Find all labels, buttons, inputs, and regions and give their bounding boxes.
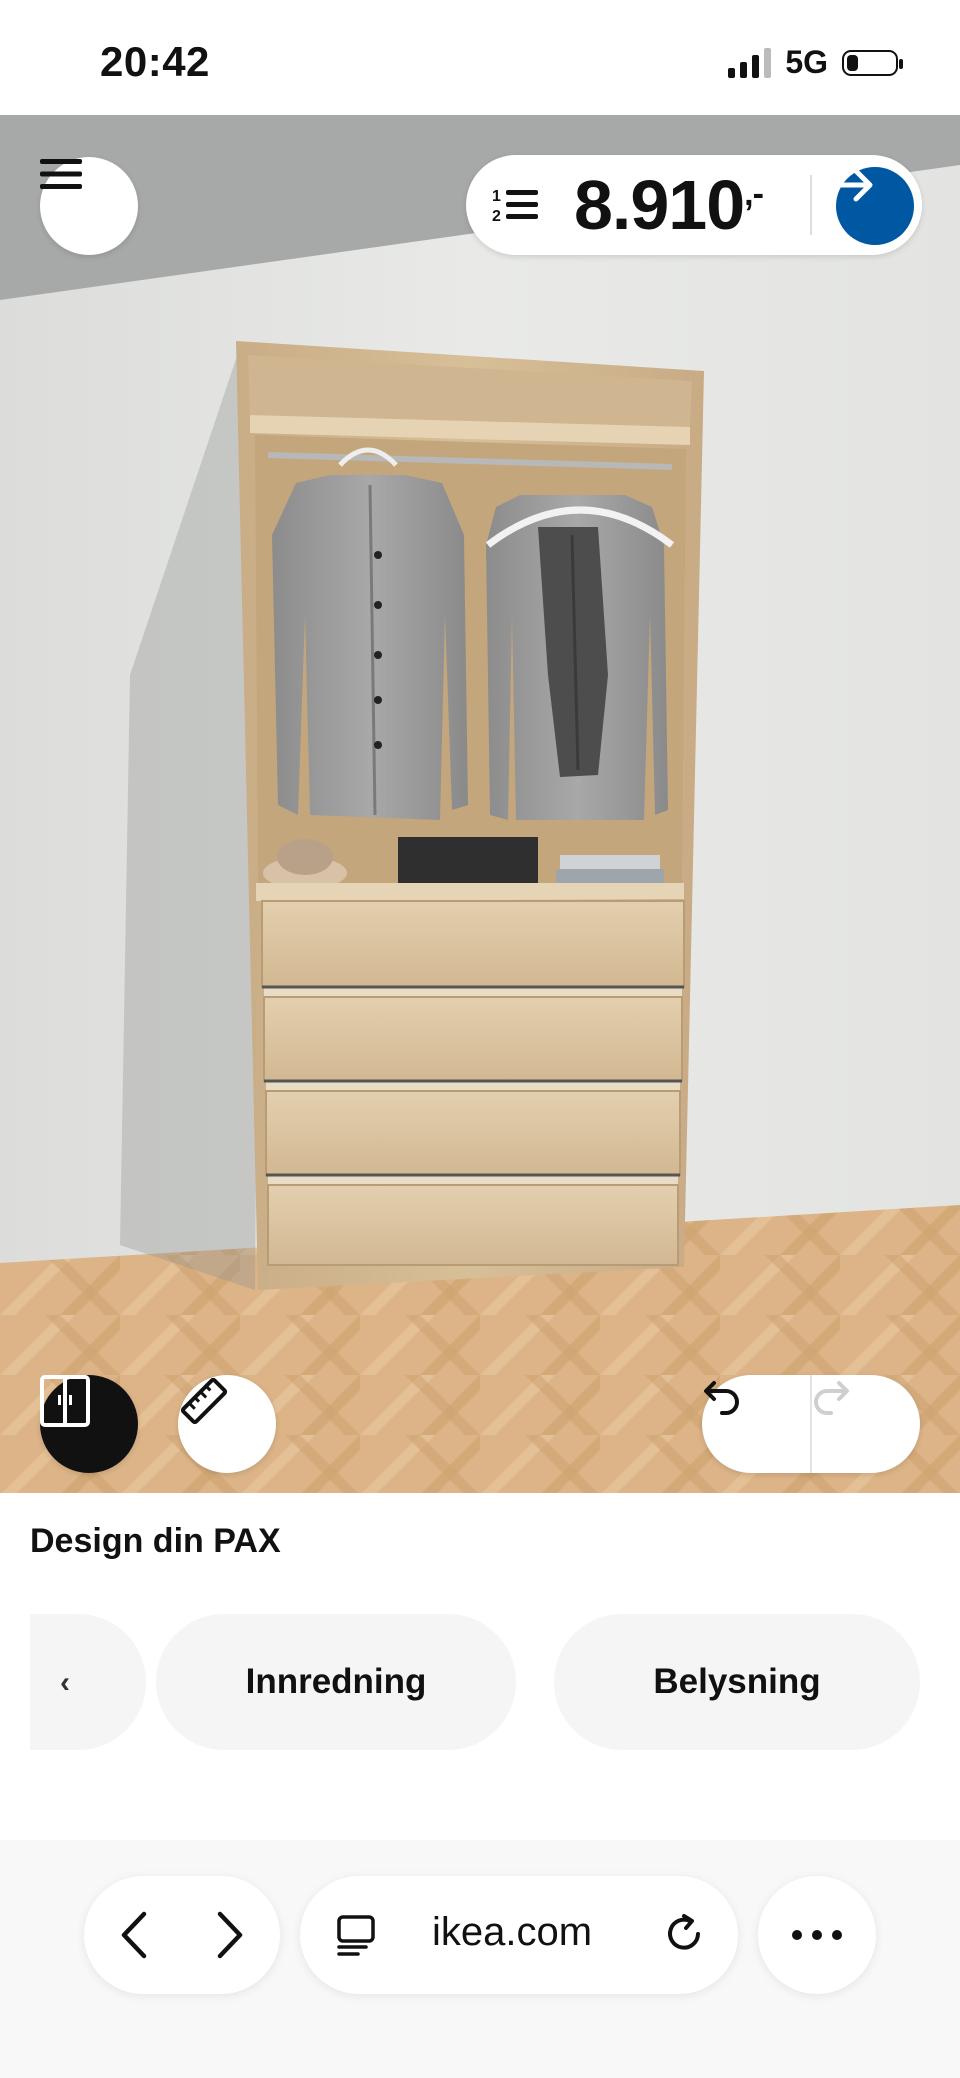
undo-icon (704, 1381, 739, 1415)
wardrobe-3d-viewer[interactable]: 1 2 8.910,- (0, 115, 960, 1493)
total-price: 8.910,- (574, 165, 764, 245)
status-indicators: 5G (728, 44, 903, 81)
proceed-button[interactable] (836, 167, 914, 245)
reader-mode-icon[interactable] (336, 1914, 378, 1961)
svg-text:1: 1 (492, 188, 501, 205)
price-value: 8.910 (574, 166, 745, 244)
url-text: ikea.com (432, 1910, 593, 1954)
undo-button[interactable] (702, 1375, 811, 1473)
category-chip-previous[interactable]: ‹ (30, 1614, 146, 1750)
price-summary: 1 2 8.910,- (466, 155, 922, 255)
battery-icon (842, 49, 903, 76)
menu-button[interactable] (40, 157, 138, 255)
price-suffix: ,- (744, 175, 764, 213)
chevron-right-icon (217, 1911, 243, 1959)
wardrobe-scene (0, 115, 960, 1493)
undo-redo-group (702, 1375, 920, 1473)
more-icon (792, 1930, 842, 1940)
category-chip-belysning[interactable]: Belysning (554, 1614, 920, 1750)
address-bar[interactable]: ikea.com (300, 1876, 738, 1994)
doors-toggle-button[interactable] (40, 1375, 138, 1473)
menu-icon (40, 159, 82, 189)
browser-toolbar: ikea.com (0, 1840, 960, 2078)
measure-button[interactable] (178, 1375, 276, 1473)
arrow-right-icon (836, 168, 873, 202)
panel-title: Design din PAX (30, 1522, 281, 1560)
signal-icon (728, 47, 772, 78)
drawer-stack (261, 900, 685, 1266)
redo-icon (814, 1381, 849, 1415)
navigation-group (84, 1876, 280, 1994)
more-button[interactable] (758, 1876, 876, 1994)
network-label: 5G (785, 44, 828, 80)
forward-button[interactable] (182, 1876, 280, 1994)
redo-button[interactable] (811, 1375, 920, 1473)
reload-icon[interactable] (662, 1912, 706, 1961)
status-bar: 20:42 5G (0, 0, 960, 115)
category-chip-row[interactable]: ‹ Innredning Belysning (30, 1612, 930, 1752)
status-time: 20:42 (100, 38, 210, 85)
back-button[interactable] (84, 1876, 182, 1994)
chevron-left-icon (121, 1911, 147, 1959)
svg-text:2: 2 (492, 208, 501, 225)
battery-level (847, 54, 858, 71)
category-chip-innredning[interactable]: Innredning (156, 1614, 516, 1750)
wardrobe-doors-icon (40, 1375, 90, 1427)
ruler-icon (180, 1377, 228, 1425)
price-divider (810, 175, 812, 235)
chevron-left-icon: ‹ (60, 1666, 70, 1699)
